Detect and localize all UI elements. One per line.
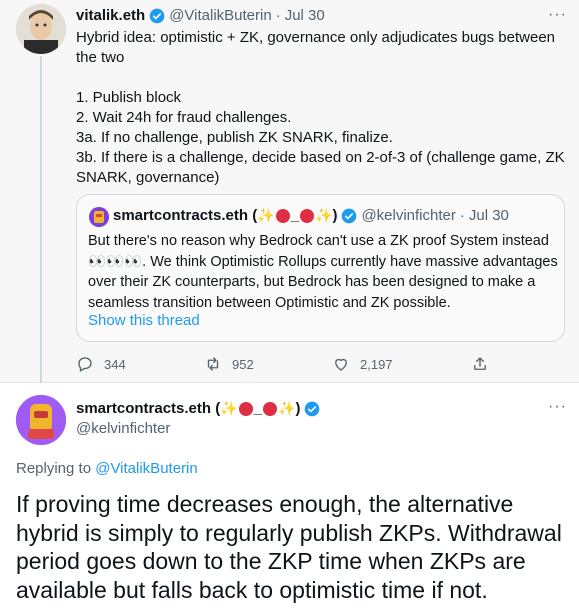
- author-name-close: ): [295, 400, 301, 417]
- replying-to: Replying to @VitalikButerin: [16, 460, 198, 477]
- like-button[interactable]: 2,197: [332, 355, 393, 373]
- tweet-line: 1. Publish block: [76, 89, 182, 106]
- kelvin-avatar[interactable]: [16, 395, 66, 445]
- like-count: 2,197: [360, 356, 393, 372]
- author-name[interactable]: vitalik.eth: [76, 7, 145, 24]
- verified-badge-icon: [149, 8, 165, 23]
- reply-tweet-header: smartcontracts.eth ( ✨ _ ✨ ): [76, 400, 324, 417]
- quoted-author-name-close: ): [332, 207, 338, 224]
- tweet-line: Hybrid idea: optimistic + ZK, governance…: [76, 29, 556, 66]
- tweet-body: Hybrid idea: optimistic + ZK, governance…: [76, 28, 566, 188]
- author-name[interactable]: smartcontracts.eth (: [76, 400, 220, 417]
- heart-icon: [335, 358, 347, 371]
- sparkles-icon: ✨: [220, 400, 238, 416]
- red-circle-icon: [238, 401, 253, 416]
- tweet-header: vitalik.eth @VitalikButerin · Jul 30: [76, 7, 325, 24]
- share-button[interactable]: [471, 355, 499, 373]
- red-circle-icon: [263, 401, 277, 416]
- quoted-author-avatar: [89, 207, 109, 227]
- reply-count: 344: [104, 356, 126, 372]
- more-options-icon[interactable]: ···: [548, 398, 567, 416]
- verified-badge-icon: [305, 401, 320, 416]
- sparkles-icon: ✨: [257, 207, 275, 223]
- sparkles-icon: ✨: [278, 400, 296, 416]
- tweet-line: 3b. If there is a challenge, decide base…: [76, 149, 565, 186]
- separator-dot: ·: [275, 7, 281, 24]
- quoted-author-name[interactable]: smartcontracts.eth (: [113, 207, 257, 224]
- separator-dot: ·: [459, 207, 465, 224]
- sparkles-icon: ✨: [315, 207, 333, 223]
- reply-tweet-body: If proving time decreases enough, the al…: [16, 491, 562, 603]
- quoted-body: But there's no reason why Bedrock can't …: [88, 233, 558, 311]
- red-circle-icon: [275, 208, 290, 223]
- tweet-date[interactable]: Jul 30: [285, 7, 325, 24]
- author-handle[interactable]: @kelvinfichter: [76, 420, 170, 437]
- tweet-line: 2. Wait 24h for fraud challenges.: [76, 109, 292, 126]
- reply-icon: [78, 357, 92, 372]
- retweet-count: 952: [232, 356, 254, 372]
- tweet-actions: 344 952 2,197: [76, 355, 496, 375]
- replying-prefix: Replying to: [16, 460, 92, 477]
- more-options-icon[interactable]: ···: [548, 6, 567, 24]
- quoted-header: smartcontracts.eth ( ✨ _ ✨ ) @kelvinfich…: [113, 207, 509, 224]
- thread-line: [40, 56, 42, 383]
- vitalik-avatar[interactable]: [16, 4, 66, 54]
- quoted-tweet[interactable]: smartcontracts.eth ( ✨ _ ✨ ) @kelvinfich…: [76, 194, 565, 342]
- quoted-date: Jul 30: [468, 207, 509, 224]
- quoted-author-handle: @kelvinfichter: [361, 207, 456, 224]
- verified-badge-icon: [342, 208, 357, 223]
- red-circle-icon: [300, 208, 314, 223]
- replying-to-link[interactable]: @VitalikButerin: [95, 460, 198, 477]
- reply-button[interactable]: 344: [76, 355, 126, 373]
- author-handle[interactable]: @VitalikButerin: [169, 7, 272, 24]
- retweet-button[interactable]: 952: [204, 355, 254, 373]
- retweet-icon: [207, 357, 219, 371]
- show-thread-link[interactable]: Show this thread: [88, 312, 200, 329]
- share-icon: [474, 357, 486, 370]
- tweet-line: 3a. If no challenge, publish ZK SNARK, f…: [76, 129, 393, 146]
- main-tweet[interactable]: vitalik.eth @VitalikButerin · Jul 30 ···…: [0, 0, 579, 383]
